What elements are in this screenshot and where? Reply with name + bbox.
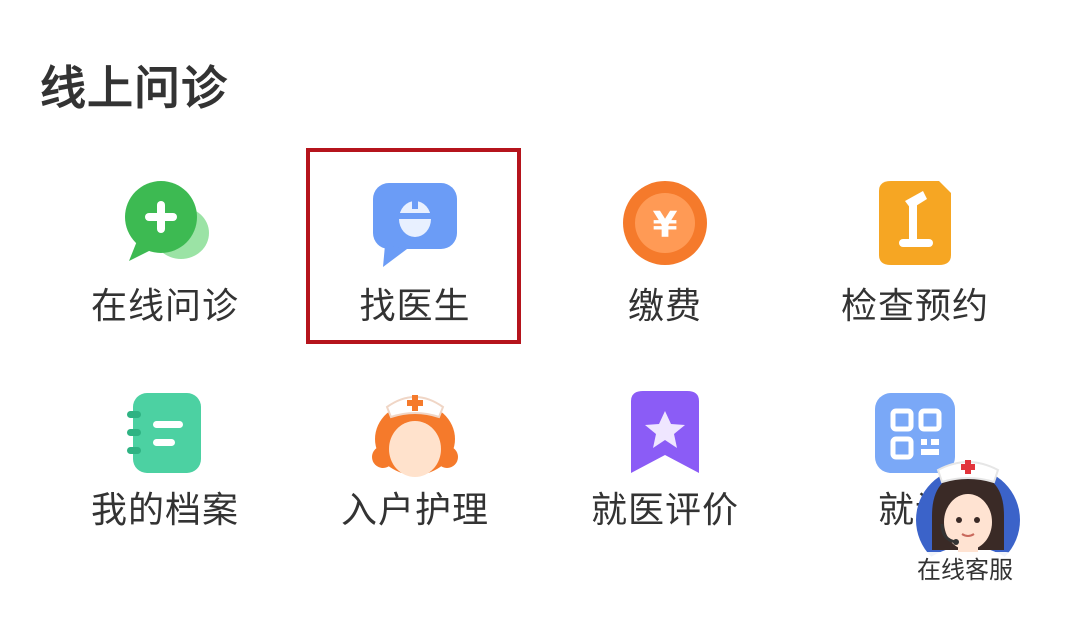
section-title: 线上问诊 (40, 61, 228, 115)
highlight-box (306, 148, 521, 344)
grid-item-label: 就医评价 (590, 490, 739, 531)
grid-item-label: 入户护理 (340, 490, 489, 531)
online-service-button[interactable]: 在线客服 (902, 440, 1032, 590)
star-bookmark-icon (615, 383, 715, 483)
nurse-avatar-icon (916, 460, 1020, 570)
grid-item-medical-review[interactable]: 就医评价 (540, 355, 790, 535)
svg-text:¥: ¥ (652, 205, 677, 246)
grid-item-label: 检查预约 (840, 286, 989, 327)
grid-item-label: 缴费 (627, 286, 702, 327)
grid-item-exam-booking[interactable]: 检查预约 (790, 145, 1040, 327)
grid-item-label: 在线问诊 (90, 286, 239, 327)
notebook-icon (115, 383, 215, 483)
yuan-coin-icon: ¥ (615, 173, 715, 273)
grid-item-payment[interactable]: ¥ 缴费 (540, 145, 790, 327)
microscope-icon (865, 173, 965, 273)
nurse-icon (365, 383, 465, 483)
grid-item-online-consult[interactable]: 在线问诊 (40, 145, 290, 327)
online-service-label: 在线客服 (906, 552, 1024, 588)
grid-item-home-nursing[interactable]: 入户护理 (290, 355, 540, 535)
chat-plus-icon (115, 173, 215, 273)
grid-item-my-records[interactable]: 我的档案 (40, 355, 290, 535)
grid-item-label: 我的档案 (90, 490, 239, 531)
